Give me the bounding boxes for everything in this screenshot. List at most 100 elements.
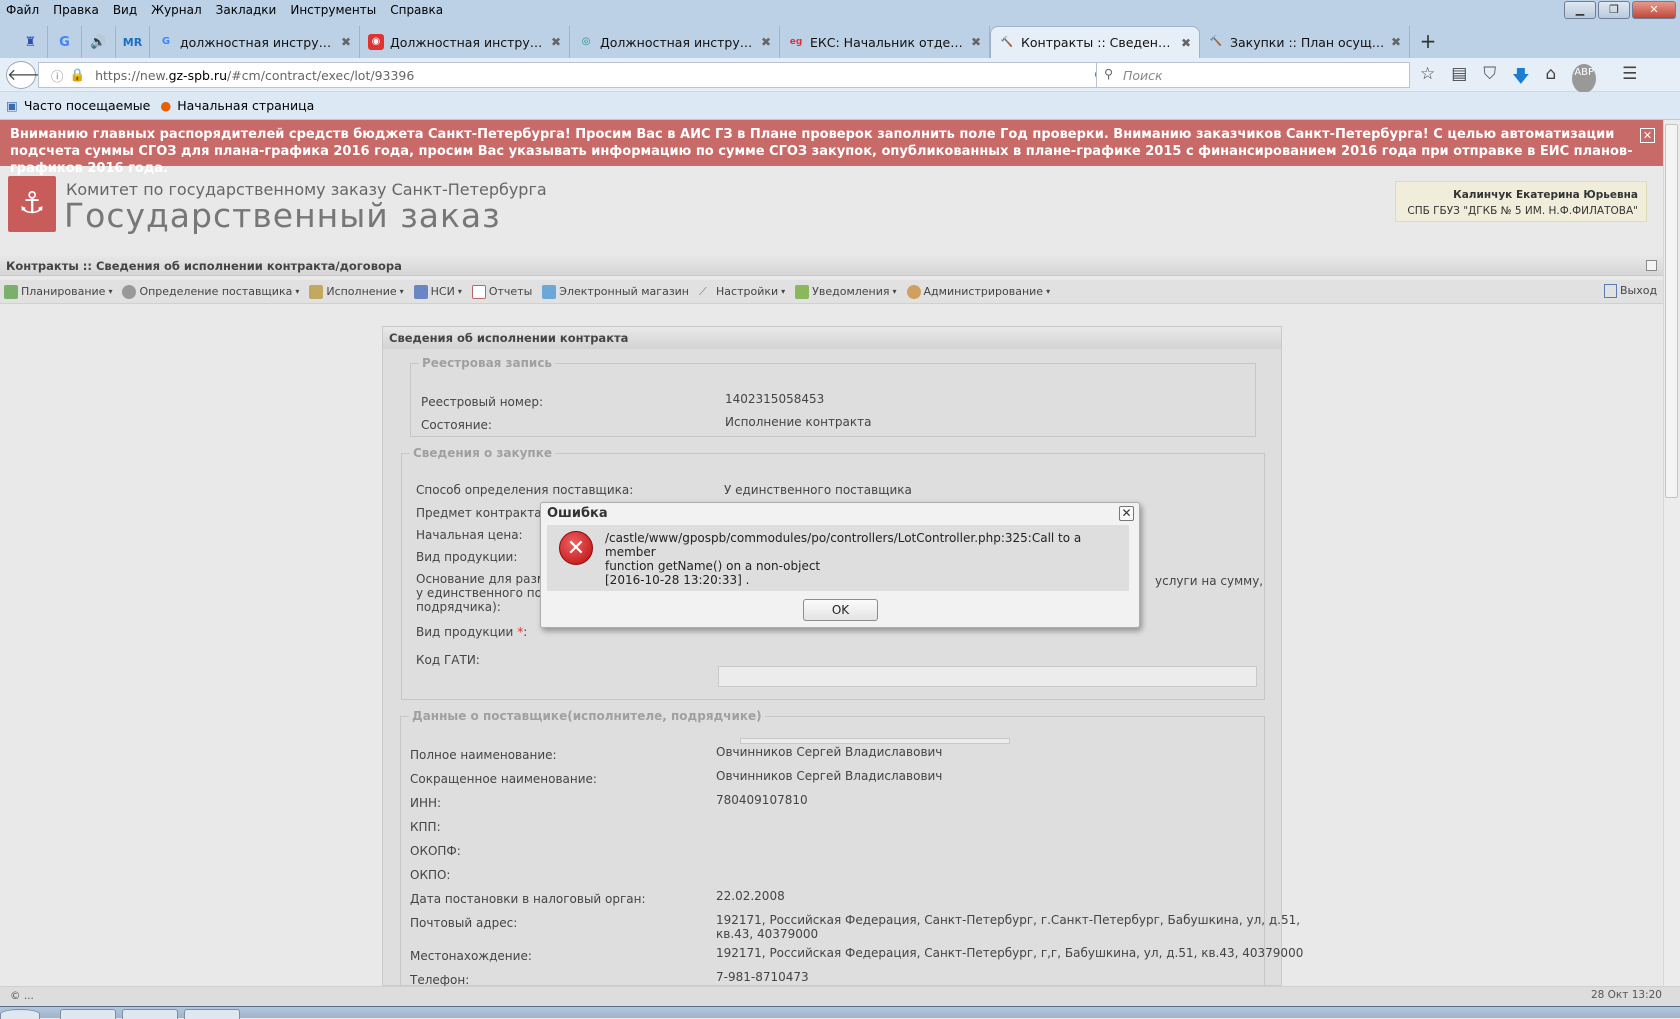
supplier-method-value: У единственного поставщика — [724, 483, 912, 497]
banner-close-button[interactable]: ✕ — [1640, 128, 1655, 143]
site-icon: ◉ — [368, 34, 384, 50]
user-info: Калинчук Екатерина Юрьевна СПБ ГБУЗ "ДГК… — [1395, 181, 1647, 222]
menu-history[interactable]: Журнал — [151, 3, 202, 17]
close-tab-icon[interactable]: ✖ — [551, 35, 561, 49]
field-label: Код ГАТИ: — [416, 653, 480, 667]
gati-code-input[interactable] — [718, 666, 1257, 687]
google-icon: G — [59, 34, 70, 50]
field-label: подрядчика): — [416, 600, 501, 614]
menu-supplier[interactable]: Определение поставщика ▾ — [122, 284, 299, 299]
field-label: ИНН: — [410, 796, 442, 810]
field-label: Состояние: — [421, 418, 492, 432]
bookmarks-bar: ▣ Часто посещаемые ● Начальная страница — [0, 92, 1680, 120]
star-bookmark-icon[interactable]: ☆ — [1420, 64, 1435, 93]
pinned-tab-1[interactable]: ♜ — [14, 26, 48, 58]
close-tab-icon[interactable]: ✖ — [1391, 35, 1401, 49]
menu-view[interactable]: Вид — [113, 3, 137, 17]
mr-icon: MR — [122, 35, 143, 49]
close-tab-icon[interactable]: ✖ — [971, 35, 981, 49]
field-label: Начальная цена: — [416, 528, 523, 542]
phone-value: 7-981-8710473 — [716, 970, 809, 984]
close-tab-icon[interactable]: ✖ — [761, 35, 771, 49]
tab-2[interactable]: ◉Должностная инструкция...✖ — [360, 26, 570, 58]
firefox-icon: ● — [160, 98, 172, 113]
scrollbar-thumb[interactable] — [1665, 124, 1678, 498]
pinned-tab-mr[interactable]: MR — [116, 26, 150, 58]
menu-edit[interactable]: Правка — [53, 3, 99, 17]
eks-icon: eg — [789, 37, 803, 47]
dialog-title: Ошибка — [547, 506, 608, 521]
pinned-tab-google[interactable]: G — [48, 26, 82, 58]
tab-5-active[interactable]: 🔨Контракты :: Сведения об ...✖ — [990, 26, 1200, 58]
browser-toolbar-icons: ☆ ▤ ⛉ 🡇 ⌂ ABP ☰ — [1420, 64, 1637, 93]
bookmark-folder-icon: ▣ — [6, 98, 18, 113]
close-tab-icon[interactable]: ✖ — [1181, 36, 1191, 50]
field-label: Сокращенное наименование: — [410, 772, 597, 786]
field-label: Вид продукции: — [416, 550, 518, 564]
menu-planning[interactable]: Планирование ▾ — [4, 284, 112, 299]
coat-of-arms-icon: ♜ — [24, 34, 37, 50]
field-label: ОКОПФ: — [410, 844, 461, 858]
close-window-button[interactable]: ✕ — [1632, 1, 1676, 19]
dialog-close-button[interactable]: ✕ — [1119, 506, 1134, 521]
menu-nsi[interactable]: НСИ ▾ — [413, 284, 462, 299]
home-icon[interactable]: ⌂ — [1546, 64, 1557, 93]
logout-button[interactable]: Выход — [1604, 284, 1657, 298]
ok-button[interactable]: OK — [803, 599, 878, 621]
cart-icon — [542, 284, 557, 299]
search-input[interactable]: ⚲ Поиск — [1096, 62, 1410, 88]
error-icon: ✕ — [559, 531, 593, 565]
user-org: СПБ ГБУЗ "ДГКБ № 5 ИМ. Н.Ф.ФИЛАТОВА" — [1407, 205, 1638, 217]
windows-taskbar — [0, 1006, 1680, 1019]
menu-file[interactable]: Файл — [6, 3, 39, 17]
supplier-fieldset: Данные о поставщике(исполнителе, подрядч… — [400, 709, 1303, 999]
url-bar[interactable]: ⓘ 🔒 https://new.gz-spb.ru/#cm/contract/e… — [38, 62, 1116, 88]
menu-eshop[interactable]: Электронный магазин — [542, 284, 689, 299]
back-button[interactable]: 🡐 — [6, 61, 50, 89]
menu-help[interactable]: Справка — [390, 3, 443, 17]
purchase-legend: Сведения о закупке — [413, 446, 552, 460]
hamburger-menu-icon[interactable]: ☰ — [1622, 64, 1637, 93]
tab-3[interactable]: ◎Должностная инструкция...✖ — [570, 26, 780, 58]
reading-list-icon[interactable]: ▤ — [1451, 64, 1467, 93]
page-title: Контракты :: Сведения об исполнении конт… — [0, 256, 1663, 276]
navigation-bar: 🡐 ⓘ 🔒 https://new.gz-spb.ru/#cm/contract… — [0, 58, 1680, 93]
panel-title: Сведения об исполнении контракта — [383, 327, 1281, 349]
site-icon: ◎ — [581, 36, 591, 47]
site-title: Государственный заказ — [64, 196, 501, 235]
minimize-button[interactable]: ▁ — [1564, 1, 1596, 19]
collapse-button[interactable] — [1646, 260, 1657, 271]
pocket-icon[interactable]: ⛉ — [1483, 64, 1496, 93]
menu-notifications[interactable]: Уведомления ▾ — [795, 284, 897, 299]
menu-bookmarks[interactable]: Закладки — [216, 3, 277, 17]
tab-6[interactable]: 🔨Закупки :: План осуществ...✖ — [1200, 26, 1410, 58]
status-bar: © ... — [0, 986, 1680, 1006]
spb-logo: ⚓ — [8, 176, 56, 232]
speaker-icon: 🔊 — [90, 34, 107, 50]
info-icon[interactable]: ⓘ — [51, 66, 64, 85]
window-controls: ▁ ❐ ✕ — [1564, 1, 1676, 19]
menu-tools[interactable]: Инструменты — [290, 3, 376, 17]
basis-value: услуги на сумму, — [1155, 574, 1264, 588]
adblock-icon[interactable]: ABP — [1572, 64, 1597, 93]
download-icon[interactable]: 🡇 — [1512, 64, 1529, 93]
registry-fieldset: Реестровая запись Реестровый номер: 1402… — [410, 356, 1256, 437]
tab-1[interactable]: Gдолжностная инструкция ...✖ — [150, 26, 360, 58]
menu-reports[interactable]: Отчеты — [471, 284, 532, 299]
status-value: Исполнение контракта — [725, 415, 872, 429]
field-label: КПП: — [410, 820, 441, 834]
field-label: Телефон: — [410, 973, 470, 987]
new-tab-button[interactable]: + — [1410, 26, 1446, 58]
restore-button[interactable]: ❐ — [1598, 1, 1630, 19]
dialog-body: ✕ /castle/www/gpospb/commodules/po/contr… — [547, 525, 1129, 591]
bookmark-most-visited[interactable]: Часто посещаемые — [24, 98, 151, 113]
bookmark-home-page[interactable]: Начальная страница — [177, 98, 314, 113]
close-tab-icon[interactable]: ✖ — [341, 35, 351, 49]
tab-4[interactable]: egЕКС: Начальник отдела р...✖ — [780, 26, 990, 58]
menu-settings[interactable]: ⟋ Настройки ▾ — [699, 285, 785, 299]
google-icon: G — [161, 36, 171, 47]
pinned-tab-3[interactable]: 🔊 — [82, 26, 116, 58]
menu-execution[interactable]: Исполнение ▾ — [309, 284, 404, 299]
error-message: /castle/www/gpospb/commodules/po/control… — [605, 531, 1082, 587]
menu-admin[interactable]: Администрирование ▾ — [906, 284, 1050, 299]
